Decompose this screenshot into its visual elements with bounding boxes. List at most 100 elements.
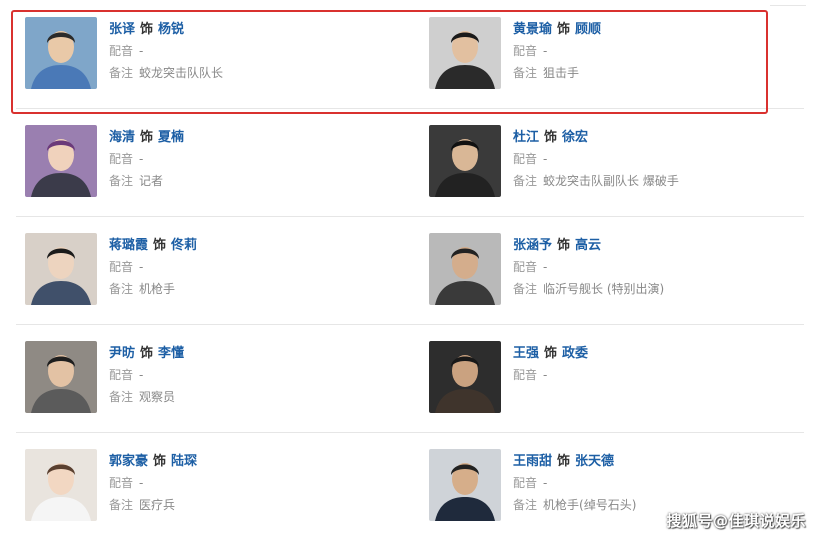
as-separator: 饰 [140,130,154,145]
role-link[interactable]: 夏楠 [158,130,184,145]
note-value: 临沂号舰长 (特别出演) [543,282,665,296]
dub-line: 配音 - [109,148,184,170]
role-link[interactable]: 佟莉 [171,238,197,253]
avatar-icon[interactable] [429,233,501,305]
as-separator: 饰 [153,238,167,253]
dub-value: - [543,44,548,58]
dub-value: - [543,368,548,382]
actor-link[interactable]: 张涵予 [513,238,552,253]
dub-value: - [543,152,548,166]
dub-value: - [139,476,144,490]
note-value: 蛟龙突击队队长 [139,66,224,80]
role-link[interactable]: 政委 [562,346,588,361]
dub-label: 配音 [109,260,134,274]
name-line: 黄景瑜饰顾顺 [513,20,601,40]
avatar-icon[interactable] [429,17,501,89]
note-line: 备注 观察员 [109,386,184,408]
dub-line: 配音 - [109,40,223,62]
dub-label: 配音 [109,368,134,382]
as-separator: 饰 [544,346,558,361]
dub-line: 配音 - [513,148,679,170]
cast-info: 张涵予饰高云 配音 - 备注 临沂号舰长 (特别出演) [513,236,664,300]
dub-line: 配音 - [109,364,184,386]
as-separator: 饰 [140,346,154,361]
note-label: 备注 [513,498,538,512]
cast-info: 张译饰杨锐 配音 - 备注 蛟龙突击队队长 [109,20,223,84]
cast-member: 尹昉饰李懂 配音 - 备注 观察员 [16,324,396,432]
note-line: 备注 临沂号舰长 (特别出演) [513,278,664,300]
role-link[interactable]: 张天德 [575,454,614,469]
cast-row: 尹昉饰李懂 配音 - 备注 观察员 王强饰政委 配音 - [16,324,804,433]
note-label: 备注 [513,66,538,80]
avatar-icon[interactable] [25,341,97,413]
dub-line: 配音 - [513,364,588,386]
note-label: 备注 [513,282,538,296]
role-link[interactable]: 高云 [575,238,601,253]
avatar-icon[interactable] [25,17,97,89]
note-label: 备注 [109,66,134,80]
note-line: 备注 机枪手 [109,278,197,300]
note-line: 备注 狙击手 [513,62,601,84]
dub-label: 配音 [513,44,538,58]
dub-line: 配音 - [513,40,601,62]
dub-line: 配音 - [109,256,197,278]
dub-line: 配音 - [513,256,664,278]
cast-list: 张译饰杨锐 配音 - 备注 蛟龙突击队队长 黄景瑜饰顾顺 配音 - 备注 狙击手 海清饰夏楠 配音 - 备… [0,0,822,539]
role-link[interactable]: 杨锐 [158,22,184,37]
as-separator: 饰 [557,22,571,37]
note-label: 备注 [109,390,134,404]
note-label: 备注 [109,498,134,512]
cast-info: 郭家豪饰陆琛 配音 - 备注 医疗兵 [109,452,197,516]
dub-label: 配音 [513,152,538,166]
actor-link[interactable]: 王雨甜 [513,454,552,469]
dub-value: - [139,44,144,58]
name-line: 郭家豪饰陆琛 [109,452,197,472]
avatar-icon[interactable] [429,449,501,521]
note-line: 备注 蛟龙突击队副队长 爆破手 [513,170,679,192]
role-link[interactable]: 李懂 [158,346,184,361]
cast-member: 海清饰夏楠 配音 - 备注 记者 [16,108,396,216]
actor-link[interactable]: 杜江 [513,130,539,145]
name-line: 王强饰政委 [513,344,588,364]
role-link[interactable]: 顾顺 [575,22,601,37]
actor-link[interactable]: 蒋璐霞 [109,238,148,253]
avatar-icon[interactable] [25,449,97,521]
actor-link[interactable]: 尹昉 [109,346,135,361]
cast-info: 杜江饰徐宏 配音 - 备注 蛟龙突击队副队长 爆破手 [513,128,679,192]
dub-line: 配音 - [513,472,636,494]
cast-info: 黄景瑜饰顾顺 配音 - 备注 狙击手 [513,20,601,84]
note-label: 备注 [109,282,134,296]
name-line: 尹昉饰李懂 [109,344,184,364]
note-line: 备注 医疗兵 [109,494,197,516]
actor-link[interactable]: 郭家豪 [109,454,148,469]
as-separator: 饰 [557,454,571,469]
role-link[interactable]: 徐宏 [562,130,588,145]
note-value: 医疗兵 [139,498,176,512]
cast-member: 蒋璐霞饰佟莉 配音 - 备注 机枪手 [16,216,396,324]
actor-link[interactable]: 海清 [109,130,135,145]
dub-label: 配音 [109,44,134,58]
dub-line: 配音 - [109,472,197,494]
note-label: 备注 [513,174,538,188]
name-line: 海清饰夏楠 [109,128,184,148]
cast-member: 郭家豪饰陆琛 配音 - 备注 医疗兵 [16,432,396,540]
dub-label: 配音 [109,152,134,166]
note-value: 狙击手 [543,66,580,80]
as-separator: 饰 [557,238,571,253]
dub-label: 配音 [109,476,134,490]
actor-link[interactable]: 黄景瑜 [513,22,552,37]
name-line: 蒋璐霞饰佟莉 [109,236,197,256]
cast-row: 海清饰夏楠 配音 - 备注 记者 杜江饰徐宏 配音 - 备注 蛟龙突击队副队长 爆破手 [16,108,804,217]
dub-label: 配音 [513,260,538,274]
actor-link[interactable]: 王强 [513,346,539,361]
avatar-icon[interactable] [429,125,501,197]
avatar-icon[interactable] [25,125,97,197]
actor-link[interactable]: 张译 [109,22,135,37]
note-line: 备注 机枪手(绰号石头) [513,494,636,516]
note-line: 备注 蛟龙突击队队长 [109,62,223,84]
avatar-icon[interactable] [25,233,97,305]
role-link[interactable]: 陆琛 [171,454,197,469]
note-value: 机枪手 [139,282,176,296]
note-line: 备注 记者 [109,170,184,192]
avatar-icon[interactable] [429,341,501,413]
